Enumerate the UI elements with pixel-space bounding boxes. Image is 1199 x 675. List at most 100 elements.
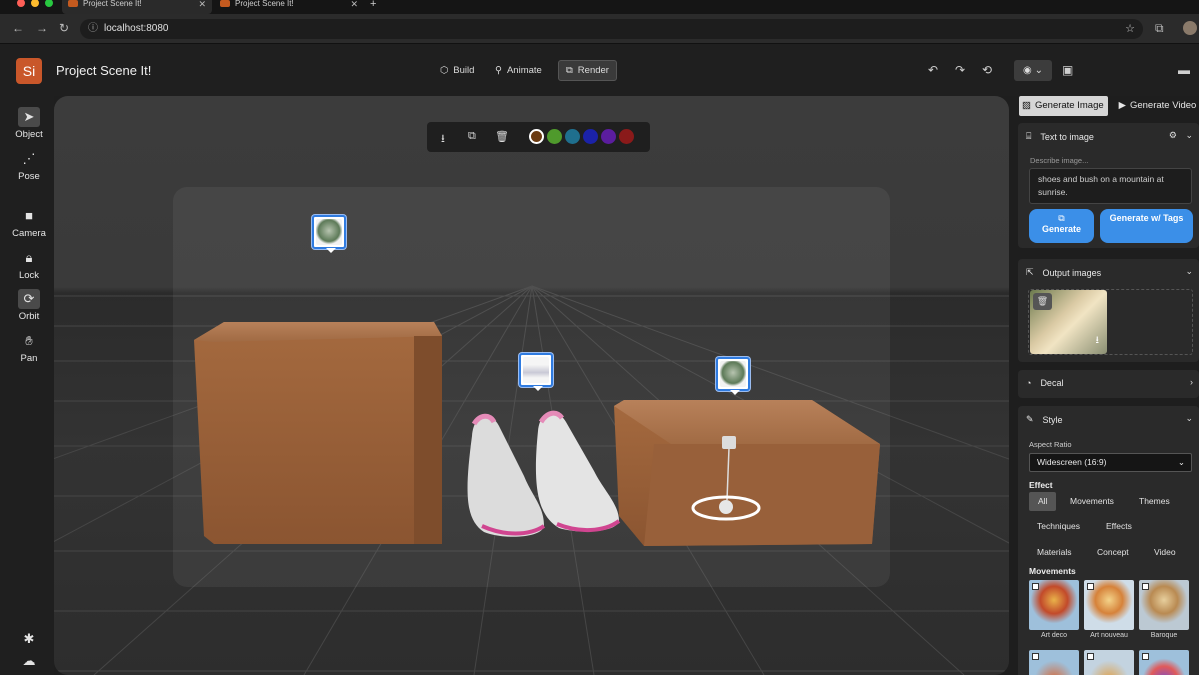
right-box[interactable] xyxy=(614,400,880,546)
visibility-dropdown[interactable]: ◉ ⌄ xyxy=(1014,60,1052,81)
tool-pose[interactable]: ⋰ Pose xyxy=(0,149,58,182)
bush-tag[interactable] xyxy=(312,215,346,253)
decal-card[interactable]: ◔ Decal › xyxy=(1018,370,1199,398)
address-bar[interactable]: ⓘ localhost:8080 ☆ xyxy=(80,19,1143,39)
checkbox[interactable] xyxy=(1142,653,1149,660)
tool-object[interactable]: ➤ Object xyxy=(0,107,58,140)
tool-camera[interactable]: ■ Camera xyxy=(0,206,58,239)
download-output-icon[interactable]: ⭳ xyxy=(1096,333,1100,350)
effect-chip-movements[interactable]: Movements xyxy=(1061,492,1123,511)
card-title: Text to image xyxy=(1040,131,1094,142)
pose-icon: ⋰ xyxy=(22,151,36,166)
style-thumb[interactable] xyxy=(1139,650,1189,675)
effect-chip-video[interactable]: Video xyxy=(1145,543,1185,562)
tool-pan[interactable]: ✋︎ Pan xyxy=(0,331,58,364)
aspect-ratio-select[interactable]: Widescreen (16:9) ⌄ xyxy=(1029,453,1192,472)
style-thumb-baroque[interactable] xyxy=(1139,580,1189,630)
delete-output-icon[interactable]: 🗑︎ xyxy=(1033,293,1052,310)
effect-chip-all[interactable]: All xyxy=(1029,492,1057,511)
bookmark-star-icon[interactable]: ☆ xyxy=(1125,19,1135,39)
right-panel: ▨ Generate Image ▶ Generate Video ⌸ Text… xyxy=(1013,96,1199,675)
back-icon[interactable]: ← xyxy=(12,21,24,35)
mode-build-button[interactable]: ⬡ Build xyxy=(433,60,481,81)
generate-button[interactable]: ⧉ Generate xyxy=(1029,209,1094,243)
scene-viewport[interactable]: ⭳ ⧉ 🗑︎ xyxy=(54,96,1009,675)
profile-avatar[interactable] xyxy=(1183,21,1197,35)
style-thumb[interactable] xyxy=(1029,650,1079,675)
maximize-window-icon[interactable] xyxy=(45,0,53,7)
checkbox[interactable] xyxy=(1087,583,1094,590)
download-icon[interactable]: ⭳ xyxy=(441,130,445,149)
effect-chip-themes[interactable]: Themes xyxy=(1130,492,1179,511)
mode-animate-button[interactable]: ⚲ Animate xyxy=(488,60,549,81)
redo-icon[interactable]: ↷ xyxy=(955,63,965,77)
checkbox[interactable] xyxy=(1087,653,1094,660)
screenshot-icon[interactable]: ▣ xyxy=(1062,63,1073,77)
color-swatch-2[interactable] xyxy=(547,129,562,144)
output-image-thumbnail[interactable]: 🗑︎ ⭳ xyxy=(1030,290,1107,354)
shoes-thumbnail xyxy=(523,357,549,383)
card-header[interactable]: ⌸ Text to image xyxy=(1026,131,1094,142)
effect-chip-effects[interactable]: Effects xyxy=(1097,517,1141,536)
close-tab-icon[interactable]: ✕ xyxy=(350,0,358,9)
mode-label: Build xyxy=(453,65,475,76)
style-thumb-art-nouveau[interactable] xyxy=(1084,580,1134,630)
mode-render-button[interactable]: ⧉ Render xyxy=(558,60,617,81)
color-swatch-5[interactable] xyxy=(601,129,616,144)
left-box[interactable] xyxy=(194,322,442,544)
image-icon: ▨ xyxy=(1022,100,1031,111)
generate-tabs: ▨ Generate Image ▶ Generate Video xyxy=(1019,96,1199,116)
card-header[interactable]: ⇱ Output images xyxy=(1026,267,1101,278)
tool-orbit[interactable]: ⟳ Orbit xyxy=(0,289,58,322)
gear-icon[interactable]: ⚙ xyxy=(1169,130,1177,141)
forward-icon[interactable]: → xyxy=(36,21,48,35)
output-images-card: ⇱ Output images ⌄ 🗑︎ ⭳ xyxy=(1018,259,1199,362)
upload-button[interactable]: ☁ xyxy=(0,651,58,671)
tool-lock[interactable]: 🔒︎ Lock xyxy=(0,248,58,281)
checkbox[interactable] xyxy=(1032,653,1039,660)
url-text: localhost:8080 xyxy=(104,23,169,34)
hand-icon: ✋︎ xyxy=(25,333,33,348)
generate-with-tags-button[interactable]: Generate w/ Tags xyxy=(1100,209,1193,243)
shoes-tag[interactable] xyxy=(519,353,553,391)
color-swatch-6[interactable] xyxy=(619,129,634,144)
tab-generate-video[interactable]: ▶ Generate Video xyxy=(1116,96,1199,116)
checkbox[interactable] xyxy=(1032,583,1039,590)
bush-tag-2[interactable] xyxy=(716,357,750,395)
color-swatch-1[interactable] xyxy=(529,129,544,144)
minimize-window-icon[interactable] xyxy=(31,0,39,7)
reload-icon[interactable]: ↻ xyxy=(59,21,69,35)
movements-label: Movements xyxy=(1029,566,1076,576)
undo-icon[interactable]: ↶ xyxy=(928,63,938,77)
site-info-icon[interactable]: ⓘ xyxy=(88,19,98,39)
duplicate-icon[interactable]: ⧉ xyxy=(468,130,476,143)
browser-tab-1[interactable]: Project Scene It! ✕ xyxy=(62,0,212,14)
prompt-input[interactable]: shoes and bush on a mountain at sunrise. xyxy=(1029,168,1192,204)
tab-generate-image[interactable]: ▨ Generate Image xyxy=(1019,96,1108,116)
chevron-down-icon[interactable]: ⌄ xyxy=(1185,266,1193,277)
history-icon[interactable]: ⟲ xyxy=(982,63,992,77)
color-swatch-4[interactable] xyxy=(583,129,598,144)
debug-button[interactable]: ✱ xyxy=(0,629,58,649)
browser-tab-2[interactable]: Project Scene It! ✕ xyxy=(214,0,364,14)
chevron-down-icon[interactable]: ⌄ xyxy=(1185,130,1193,141)
effect-chip-concept[interactable]: Concept xyxy=(1088,543,1138,562)
checkbox[interactable] xyxy=(1142,583,1149,590)
effect-chip-materials[interactable]: Materials xyxy=(1028,543,1080,562)
card-header[interactable]: ✎ Style xyxy=(1026,414,1063,425)
button-label: Generate w/ Tags xyxy=(1109,213,1184,223)
effect-chip-techniques[interactable]: Techniques xyxy=(1028,517,1089,536)
new-tab-button[interactable]: + xyxy=(370,0,376,14)
color-swatch-3[interactable] xyxy=(565,129,580,144)
style-thumb-art-deco[interactable] xyxy=(1029,580,1079,630)
trash-icon[interactable]: 🗑︎ xyxy=(495,130,509,143)
chevron-down-icon[interactable]: ⌄ xyxy=(1185,413,1193,424)
tab-title: Project Scene It! xyxy=(235,0,294,8)
close-tab-icon[interactable]: ✕ xyxy=(198,0,206,9)
chevron-right-icon[interactable]: › xyxy=(1190,377,1193,387)
extensions-icon[interactable]: ⧉ xyxy=(1155,21,1164,36)
chat-icon[interactable]: ▬ xyxy=(1178,63,1190,77)
style-thumb[interactable] xyxy=(1084,650,1134,675)
tool-label: Orbit xyxy=(18,311,40,322)
close-window-icon[interactable] xyxy=(17,0,25,7)
